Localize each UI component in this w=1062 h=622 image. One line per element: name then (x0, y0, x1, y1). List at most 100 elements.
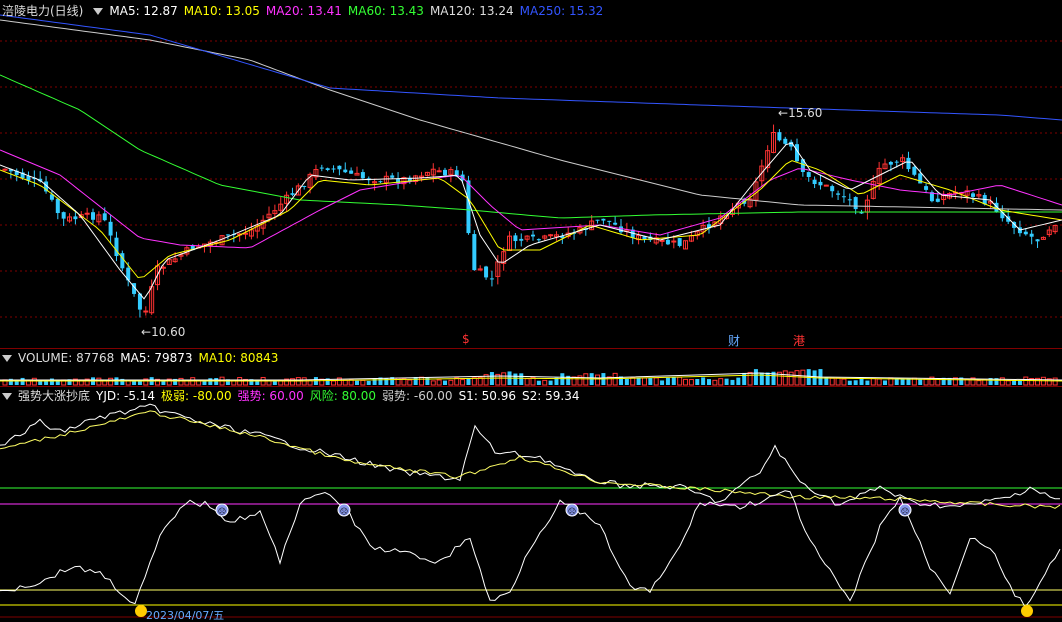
indicator-legend-6: S2: 59.34 (522, 389, 580, 403)
candle-down (806, 172, 811, 177)
ma-legend-4: MA120: 13.24 (429, 4, 514, 18)
volume-bar (759, 372, 764, 385)
candle-down (325, 168, 330, 170)
volume-bar (701, 377, 706, 385)
candle-down (924, 186, 929, 190)
event-marker-finance[interactable]: 财 (728, 332, 740, 349)
weak-signal-face-icon: ☹ (340, 507, 348, 516)
volume-bar (436, 379, 442, 386)
candle-down (818, 181, 823, 186)
candle-down (601, 218, 606, 221)
indicator-legend-0: YJD: -5.14 (96, 389, 156, 403)
candle-down (613, 222, 618, 225)
candle-down (665, 239, 670, 245)
volume-bar (501, 372, 507, 386)
weak-signal-face-icon: ☹ (901, 507, 909, 516)
ma-legend-0: MA5: 12.87 (109, 4, 178, 18)
candle-down (935, 198, 940, 202)
volume-bar (355, 380, 359, 385)
candle-up (823, 184, 829, 187)
volume-bar (443, 380, 447, 385)
stock-title[interactable]: 涪陵电力(日线) (2, 4, 83, 18)
strong-signal-icon (1021, 605, 1033, 617)
indicator-legend-3: 风险: 80.00 (309, 389, 377, 403)
volume-bar (448, 379, 454, 386)
volume-bar (96, 377, 102, 386)
dropdown-icon[interactable] (93, 8, 104, 15)
candle-down (55, 198, 60, 214)
candle-down (108, 221, 113, 236)
candle-down (349, 170, 354, 174)
dropdown-icon[interactable] (2, 393, 12, 400)
candle-down (595, 219, 600, 221)
volume-bar (460, 379, 466, 386)
volume-bar (847, 380, 852, 385)
indicator-chart[interactable]: ☹ ☹ ☹ ☹ (0, 387, 1062, 618)
volume-bar (55, 380, 60, 385)
weak-signal-face-icon: ☹ (218, 507, 226, 516)
candle-down (114, 237, 119, 257)
volume-bar (536, 380, 541, 385)
volume-bar (677, 376, 683, 386)
candle-down (912, 166, 917, 175)
volume-bar (1017, 380, 1022, 385)
event-marker-dollar[interactable]: $ (462, 332, 470, 346)
candle-down (906, 157, 911, 170)
volume-bar (348, 379, 354, 386)
ma-legend-5: MA250: 15.32 (519, 4, 604, 18)
indicator-legend-1: 极弱: -80.00 (161, 389, 232, 403)
volume-bar (829, 377, 835, 386)
volume-bar (671, 377, 676, 385)
ma120-line (0, 19, 1062, 211)
volume-bar (524, 378, 530, 386)
candle-down (73, 216, 78, 220)
volume-bar (906, 378, 911, 385)
volume-ma5: MA5: 79873 (120, 351, 193, 365)
s2-line (0, 403, 1061, 509)
volume-bar (178, 377, 184, 386)
volume-bar (571, 376, 577, 386)
candle-down (888, 161, 893, 165)
candle-down (484, 266, 489, 278)
low-label: ←10.60 (141, 325, 186, 339)
event-marker-hk[interactable]: 港 (793, 332, 805, 349)
volume-bar (853, 380, 858, 385)
dropdown-icon[interactable] (2, 355, 12, 362)
volume-bar (782, 370, 788, 386)
volume-pane[interactable]: VOLUME: 87768 MA5: 79873 MA10: 80843 (0, 349, 1062, 386)
candle-down (783, 138, 788, 144)
volume-bar (712, 379, 718, 386)
volume-bar (976, 380, 982, 386)
volume-bar (360, 379, 366, 386)
volume-header: VOLUME: 87768 MA5: 79873 MA10: 80843 (2, 349, 284, 367)
volume-bar (876, 378, 882, 386)
volume-bar (683, 378, 689, 386)
volume-bar (765, 372, 770, 385)
ma250-line (0, 14, 1062, 121)
indicator-legend-5: S1: 50.96 (458, 389, 517, 403)
volume-bar (865, 380, 870, 385)
indicator-pane[interactable]: ☹ ☹ ☹ ☹ 强势大涨抄底 YJD: -5.14 极弱: -80.00 强势: 60.00… (0, 387, 1062, 621)
candle-down (489, 278, 494, 280)
candle-down (61, 212, 66, 219)
ma10-line (0, 160, 1062, 279)
candle-down (472, 234, 477, 271)
volume-bar (548, 380, 553, 385)
volume-bar (413, 377, 418, 385)
candlestick-chart[interactable] (0, 0, 1062, 348)
indicator-legend-4: 弱势: -60.00 (382, 389, 453, 403)
volume-bar (648, 378, 653, 385)
candle-down (836, 193, 841, 195)
volume-bar (788, 371, 794, 386)
volume-bar (660, 380, 665, 385)
candle-down (519, 238, 524, 241)
indicator-name: 强势大涨抄底 (18, 389, 91, 403)
candle-down (360, 172, 365, 179)
volume-bar (688, 379, 694, 386)
candle-down (841, 196, 846, 198)
candle-down (853, 197, 858, 210)
price-pane[interactable]: 涪陵电力(日线) MA5: 12.87 MA10: 13.05 MA20: 13.41… (0, 0, 1062, 348)
volume-bar (707, 379, 711, 385)
candle-down (290, 193, 295, 195)
volume-bar (724, 378, 729, 385)
